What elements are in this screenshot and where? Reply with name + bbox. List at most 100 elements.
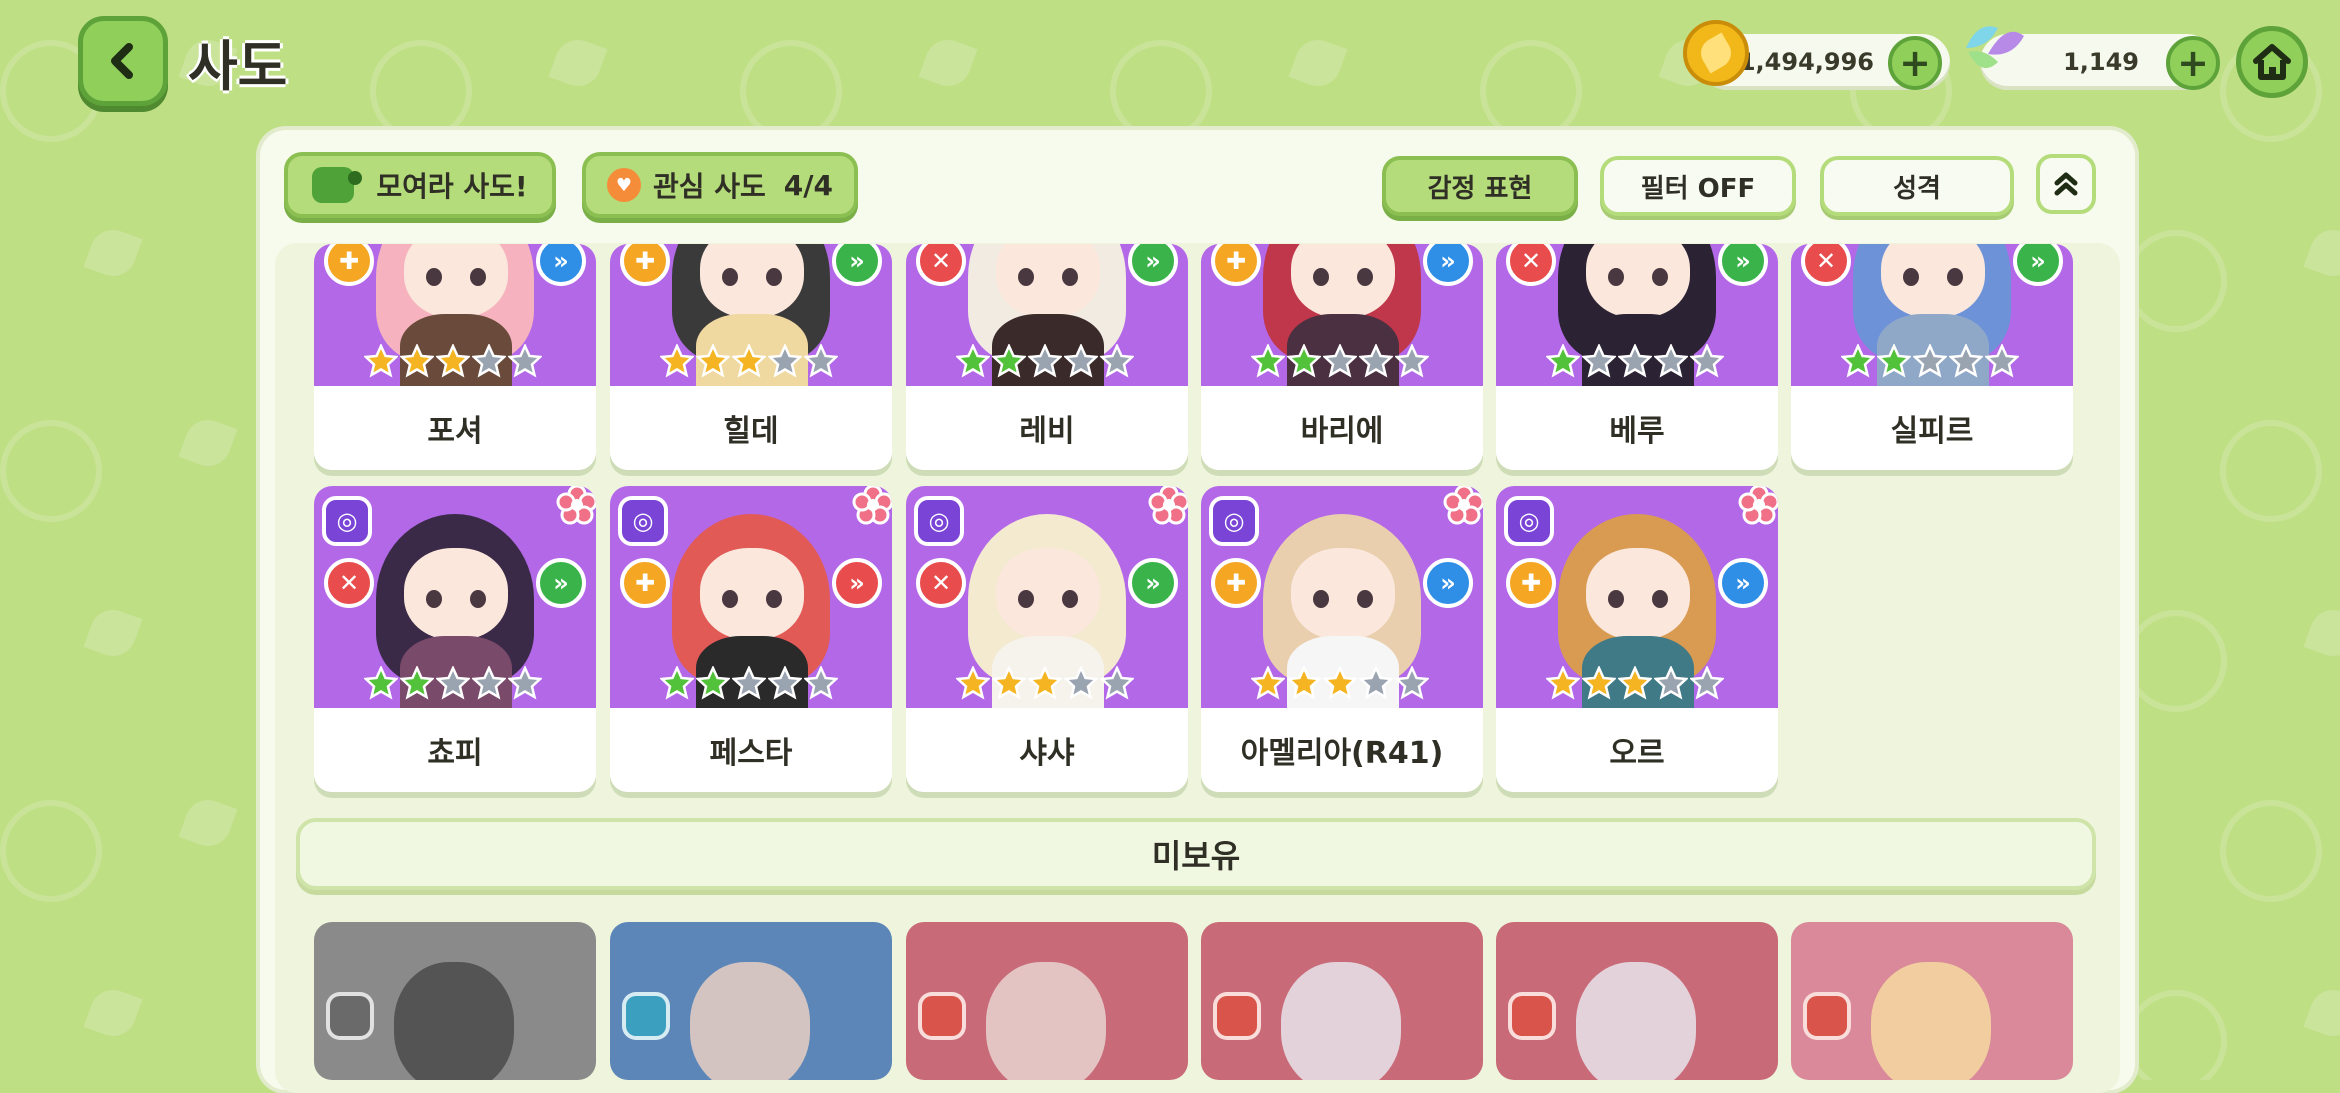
- whistle-icon: [312, 167, 363, 203]
- favorite-count: 4/4: [783, 168, 833, 202]
- support-role-icon: ✚: [1506, 558, 1556, 608]
- favorite-flower-icon[interactable]: [1443, 486, 1483, 526]
- character-name: 힐데: [610, 386, 892, 470]
- unowned-character-card[interactable]: [1791, 922, 2073, 1080]
- character-name: 바리에: [1201, 386, 1483, 470]
- background-leaf-icon: [178, 793, 238, 853]
- character-card[interactable]: ◎ ✚ » 오르: [1496, 486, 1778, 792]
- favorite-flower-icon[interactable]: [556, 486, 596, 526]
- character-name: 포셔: [314, 386, 596, 470]
- character-name: 쵸피: [314, 708, 596, 792]
- personality-button[interactable]: 성격: [1820, 156, 2014, 216]
- class-chevron-icon: »: [1128, 558, 1178, 608]
- favorite-button-label: 관심 사도: [653, 170, 766, 203]
- spiral-type-icon: ◎: [914, 496, 964, 546]
- gold-coin-icon: [1683, 20, 1749, 86]
- crystal-leaf-icon: [1966, 26, 2024, 69]
- background-leaf-icon: [2220, 420, 2322, 522]
- attack-role-icon: ✕: [324, 558, 374, 608]
- unowned-section-header: 미보유: [296, 818, 2096, 890]
- unowned-character-card[interactable]: [906, 922, 1188, 1080]
- spiral-type-icon: ◎: [1209, 496, 1259, 546]
- home-icon: [2253, 44, 2291, 80]
- background-leaf-icon: [2303, 983, 2340, 1043]
- character-portrait: [690, 962, 810, 1080]
- star-rating: [1841, 344, 2019, 378]
- character-name: 베루: [1496, 386, 1778, 470]
- star-rating: [660, 666, 838, 700]
- back-button[interactable]: [78, 16, 168, 106]
- emotion-button[interactable]: 감정 표현: [1382, 156, 1578, 216]
- star-rating: [1546, 344, 1724, 378]
- add-gold-button[interactable]: +: [1888, 36, 1942, 90]
- character-card[interactable]: ◎✕»베루: [1496, 244, 1778, 470]
- double-chevron-up-icon[interactable]: [2036, 154, 2096, 214]
- favorite-flower-icon[interactable]: [1148, 486, 1188, 526]
- character-name: 레비: [906, 386, 1188, 470]
- character-name: 아멜리아(R41): [1201, 708, 1483, 792]
- background-leaf-icon: [1110, 40, 1212, 142]
- character-card[interactable]: ◎✚»바리에: [1201, 244, 1483, 470]
- background-leaf-icon: [548, 33, 608, 93]
- star-rating: [660, 344, 838, 378]
- background-leaf-icon: [2303, 603, 2340, 663]
- gather-button[interactable]: 모여라 사도!: [284, 152, 556, 218]
- support-role-icon: ✚: [620, 558, 670, 608]
- element-type-icon: [622, 992, 670, 1040]
- favorite-flower-icon[interactable]: [852, 486, 892, 526]
- character-name: 페스타: [610, 708, 892, 792]
- background-leaf-icon: [0, 800, 102, 902]
- element-type-icon: [1213, 992, 1261, 1040]
- background-leaf-icon: [178, 413, 238, 473]
- unowned-character-card[interactable]: [1496, 922, 1778, 1080]
- add-gem-button[interactable]: +: [2166, 36, 2220, 90]
- support-role-icon: ✚: [1211, 558, 1261, 608]
- element-type-icon: [326, 992, 374, 1040]
- home-button[interactable]: [2236, 26, 2308, 98]
- star-rating: [956, 344, 1134, 378]
- character-name: 샤샤: [906, 708, 1188, 792]
- background-leaf-icon: [83, 983, 143, 1043]
- favorite-flower-icon[interactable]: [1738, 486, 1778, 526]
- unowned-character-card[interactable]: [610, 922, 892, 1080]
- spiral-type-icon: ◎: [618, 496, 668, 546]
- star-rating: [1251, 666, 1429, 700]
- star-rating: [364, 666, 542, 700]
- element-type-icon: [918, 992, 966, 1040]
- character-card[interactable]: ◎ ✚ » 아멜리아(R41): [1201, 486, 1483, 792]
- class-chevron-icon: »: [832, 558, 882, 608]
- favorite-button[interactable]: ♥ 관심 사도 4/4: [582, 152, 858, 218]
- character-card[interactable]: ◎✕»실피르: [1791, 244, 2073, 470]
- background-leaf-icon: [1288, 33, 1348, 93]
- class-chevron-icon: »: [536, 558, 586, 608]
- star-rating: [956, 666, 1134, 700]
- attack-role-icon: ✕: [916, 558, 966, 608]
- star-rating: [1546, 666, 1724, 700]
- character-portrait: [986, 962, 1106, 1080]
- character-portrait: [1871, 962, 1991, 1080]
- background-leaf-icon: [2125, 230, 2227, 332]
- character-name: 오르: [1496, 708, 1778, 792]
- element-type-icon: [1508, 992, 1556, 1040]
- character-portrait: [394, 962, 514, 1080]
- character-portrait: [1576, 962, 1696, 1080]
- star-rating: [1251, 344, 1429, 378]
- character-card[interactable]: ◎✚»힐데: [610, 244, 892, 470]
- class-chevron-icon: »: [1423, 558, 1473, 608]
- filter-button[interactable]: 필터 OFF: [1600, 156, 1796, 216]
- background-leaf-icon: [918, 33, 978, 93]
- spiral-type-icon: ◎: [322, 496, 372, 546]
- unowned-character-card[interactable]: [314, 922, 596, 1080]
- character-card[interactable]: ◎✕»레비: [906, 244, 1188, 470]
- background-leaf-icon: [83, 223, 143, 283]
- background-leaf-icon: [83, 603, 143, 663]
- character-portrait: [1281, 962, 1401, 1080]
- character-card[interactable]: ◎ ✚ » 페스타: [610, 486, 892, 792]
- character-card[interactable]: ◎ ✕ » 샤샤: [906, 486, 1188, 792]
- unowned-character-card[interactable]: [1201, 922, 1483, 1080]
- character-card[interactable]: ◎✚»포셔: [314, 244, 596, 470]
- background-leaf-icon: [1480, 40, 1582, 142]
- character-card[interactable]: ◎ ✕ » 쵸피: [314, 486, 596, 792]
- background-leaf-icon: [740, 40, 842, 142]
- page-title: 사도: [188, 35, 288, 98]
